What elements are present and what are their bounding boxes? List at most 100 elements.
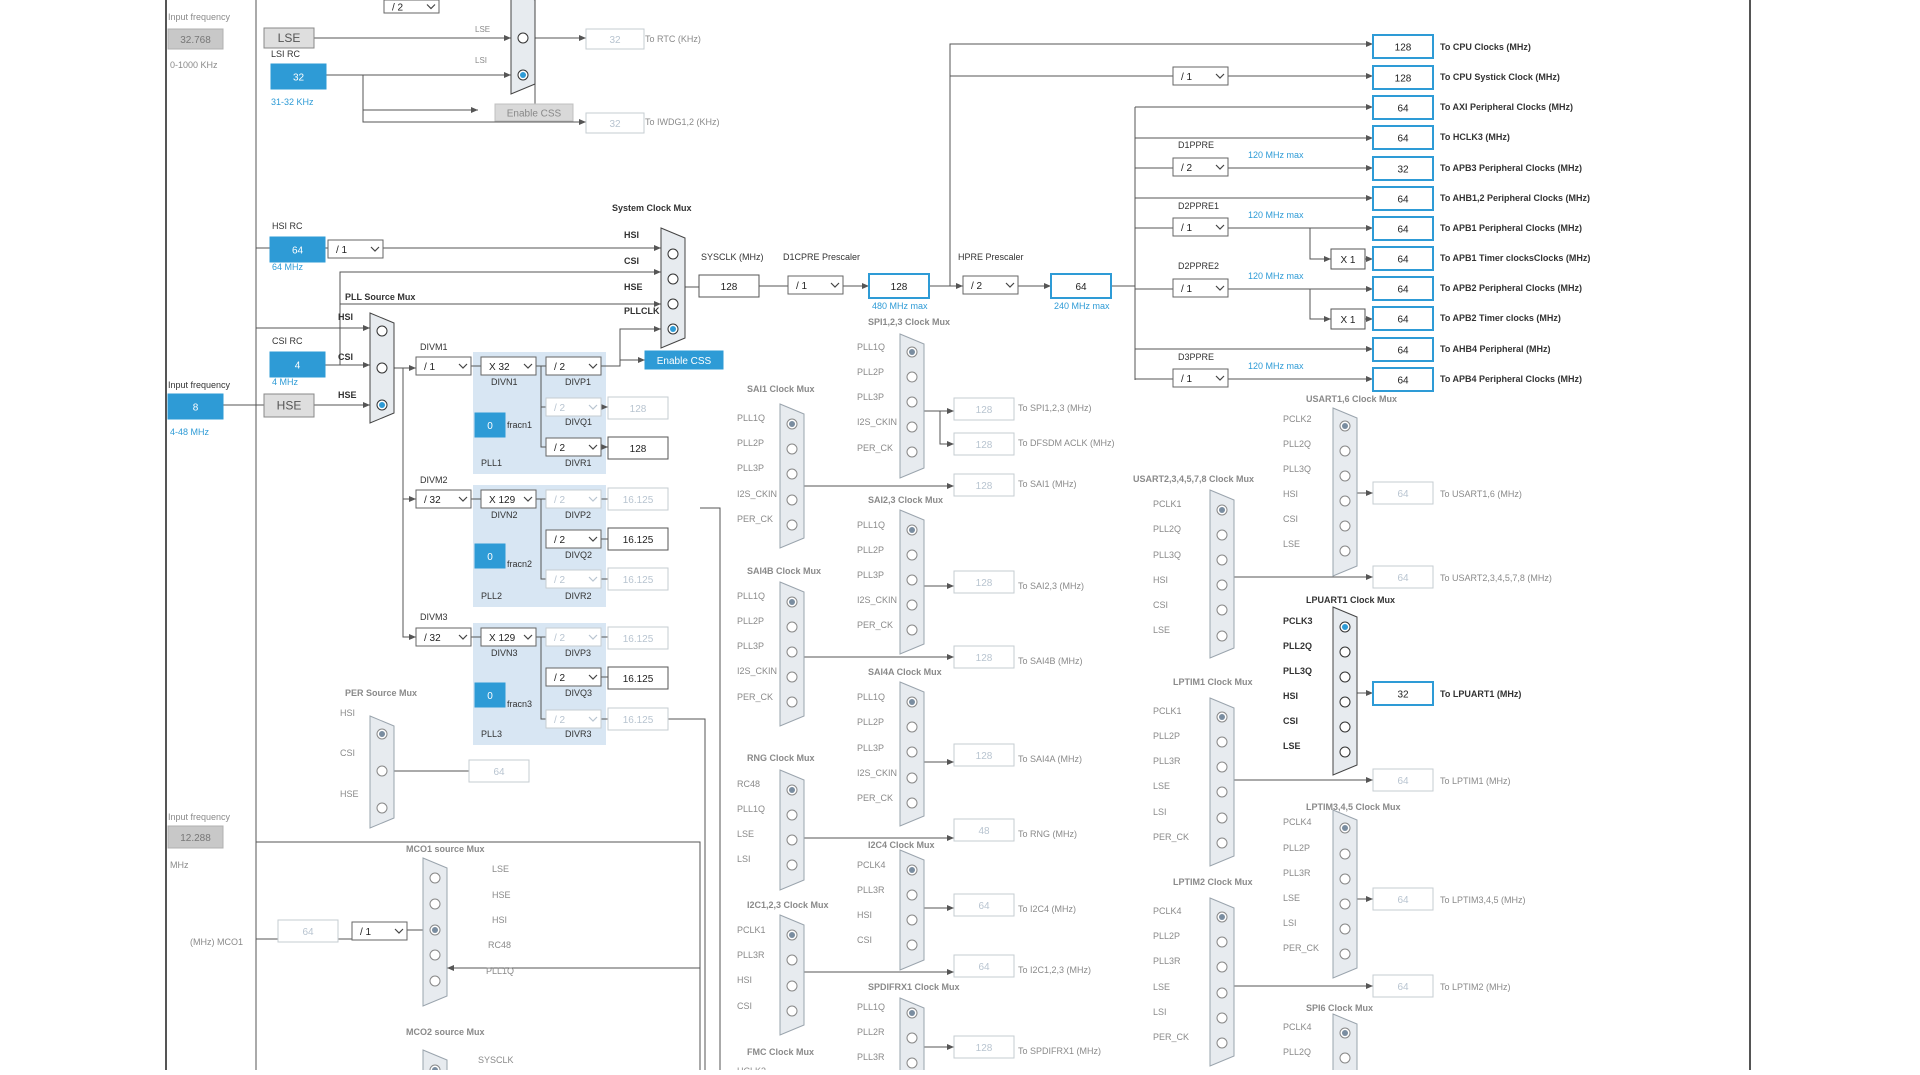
mco1-div-dropdown[interactable]: / 1 (351, 921, 408, 941)
pll-source-mux-input-radio[interactable] (376, 362, 388, 374)
enable-css-pll-button[interactable]: Enable CSS (644, 350, 724, 370)
lse-div-dropdown[interactable]: / 2 (383, 0, 440, 14)
system-clock-mux-input-radio[interactable] (667, 248, 679, 260)
usart2-mux-input-radio[interactable] (1216, 630, 1228, 642)
usart16-mux[interactable] (1332, 407, 1358, 577)
usart16-mux-input-radio[interactable] (1339, 470, 1351, 482)
sai1-mux-input-radio[interactable] (786, 443, 798, 455)
hpre-dropdown[interactable]: / 2 (962, 275, 1019, 295)
spi6-mux[interactable] (1332, 1013, 1358, 1075)
usart16-mux-input-radio[interactable] (1339, 520, 1351, 532)
hsi-rc-box[interactable]: 64 (269, 236, 326, 263)
system-clock-mux-input-radio[interactable] (667, 273, 679, 285)
sai1-mux-input-radio[interactable] (786, 519, 798, 531)
usart16-mux-input-radio[interactable] (1339, 545, 1351, 557)
lpuart1-mux-input-radio[interactable] (1339, 696, 1351, 708)
sai4a-mux-input-radio[interactable] (906, 746, 918, 758)
divm2-dropdown[interactable]: / 32 (415, 489, 472, 509)
mco1-source-mux-input-radio[interactable] (429, 975, 441, 987)
csi-rc-box[interactable]: 4 (269, 351, 326, 378)
lptim345-mux-input-radio[interactable] (1339, 923, 1351, 935)
spi123-mux[interactable] (899, 333, 925, 479)
d1cpre-dropdown[interactable]: / 1 (787, 275, 844, 295)
spdifrx1-mux-input-radio[interactable] (906, 1032, 918, 1044)
lse-source-box[interactable]: LSE (263, 27, 315, 49)
lse-lsi-mux[interactable] (510, 0, 536, 95)
input-freq-i2s-box[interactable]: 12.288 (167, 825, 224, 849)
usart16-mux-input-radio[interactable] (1339, 495, 1351, 507)
spdifrx1-mux[interactable] (899, 997, 925, 1075)
lptim345-mux[interactable] (1332, 809, 1358, 979)
lptim1-mux[interactable] (1209, 697, 1235, 867)
usart2-mux-input-radio[interactable] (1216, 554, 1228, 566)
divp3-dropdown[interactable]: / 2 (545, 627, 602, 647)
lptim345-mux-input-radio[interactable] (1339, 898, 1351, 910)
sai23-mux-input-radio[interactable] (906, 549, 918, 561)
rng-mux-input-radio[interactable] (786, 834, 798, 846)
sai23-mux[interactable] (899, 509, 925, 655)
per-source-mux[interactable] (369, 715, 395, 829)
sai4b-mux-input-radio[interactable] (786, 646, 798, 658)
lptim2-mux-input-radio[interactable] (1216, 1012, 1228, 1024)
spi6-mux-input-radio[interactable] (1339, 1052, 1351, 1064)
lptim345-mux-input-radio[interactable] (1339, 873, 1351, 885)
i2c4-mux-input-radio[interactable] (906, 939, 918, 951)
usart2-mux-input-radio[interactable] (1216, 529, 1228, 541)
lptim2-mux-input-radio[interactable] (1216, 1037, 1228, 1049)
divm3-dropdown[interactable]: / 32 (415, 627, 472, 647)
rng-mux-input-radio[interactable] (786, 809, 798, 821)
divr3-dropdown[interactable]: / 2 (545, 709, 602, 729)
sai4a-mux-input-radio[interactable] (906, 721, 918, 733)
hse-source-box[interactable]: HSE (263, 393, 315, 418)
d3ppre-dropdown[interactable]: / 1 (1172, 368, 1229, 388)
usart2-mux[interactable] (1209, 489, 1235, 659)
lptim1-mux-input-radio[interactable] (1216, 812, 1228, 824)
lpuart1-mux-input-radio[interactable] (1339, 646, 1351, 658)
i2c123-mux-input-radio[interactable] (786, 980, 798, 992)
d1ppre-dropdown[interactable]: / 2 (1172, 157, 1229, 177)
lpuart1-mux-input-radio[interactable] (1339, 746, 1351, 758)
per-source-mux-input-radio[interactable] (376, 802, 388, 814)
spi123-mux-input-radio[interactable] (906, 396, 918, 408)
i2c4-mux[interactable] (899, 849, 925, 971)
sai4b-mux-input-radio[interactable] (786, 621, 798, 633)
lpuart1-mux-input-radio[interactable] (1339, 671, 1351, 683)
usart2-mux-input-radio[interactable] (1216, 579, 1228, 591)
i2c123-mux[interactable] (779, 914, 805, 1036)
system-clock-mux[interactable] (660, 227, 686, 349)
lptim1-mux-input-radio[interactable] (1216, 837, 1228, 849)
i2c4-mux-input-radio[interactable] (906, 889, 918, 901)
sai4b-mux-input-radio[interactable] (786, 671, 798, 683)
rng-mux-input-radio[interactable] (786, 859, 798, 871)
spi123-mux-input-radio[interactable] (906, 371, 918, 383)
lptim1-mux-input-radio[interactable] (1216, 786, 1228, 798)
mco1-source-mux-input-radio[interactable] (429, 872, 441, 884)
divp1-dropdown[interactable]: / 2 (545, 356, 602, 376)
sai1-mux[interactable] (779, 403, 805, 549)
input-freq-hse-box[interactable]: 8 (167, 393, 224, 420)
sai4a-mux-input-radio[interactable] (906, 772, 918, 784)
hsi-div-dropdown[interactable]: / 1 (327, 239, 384, 259)
system-clock-mux-input-radio[interactable] (667, 298, 679, 310)
d2ppre1-dropdown[interactable]: / 1 (1172, 217, 1229, 237)
usart16-mux-input-radio[interactable] (1339, 445, 1351, 457)
lptim2-mux-input-radio[interactable] (1216, 987, 1228, 999)
i2c123-mux-input-radio[interactable] (786, 954, 798, 966)
divr2-dropdown[interactable]: / 2 (545, 569, 602, 589)
enable-css-lse-button[interactable]: Enable CSS (494, 103, 574, 122)
fracn1-box[interactable]: 0 (474, 412, 506, 438)
rng-mux[interactable] (779, 769, 805, 891)
pll-source-mux-input-radio[interactable] (376, 325, 388, 337)
lptim2-mux-input-radio[interactable] (1216, 936, 1228, 948)
mco2-source-mux[interactable] (422, 1049, 448, 1075)
sai23-mux-input-radio[interactable] (906, 574, 918, 586)
divq1-dropdown[interactable]: / 2 (545, 397, 602, 417)
i2c4-mux-input-radio[interactable] (906, 914, 918, 926)
lptim1-mux-input-radio[interactable] (1216, 761, 1228, 773)
divm1-dropdown[interactable]: / 1 (415, 356, 472, 376)
mco1-source-mux-input-radio[interactable] (429, 949, 441, 961)
mco1-source-mux[interactable] (422, 857, 448, 1007)
d2ppre2-dropdown[interactable]: / 1 (1172, 278, 1229, 298)
sai1-mux-input-radio[interactable] (786, 468, 798, 480)
input-freq-lse-box[interactable]: 32.768 (167, 28, 224, 50)
